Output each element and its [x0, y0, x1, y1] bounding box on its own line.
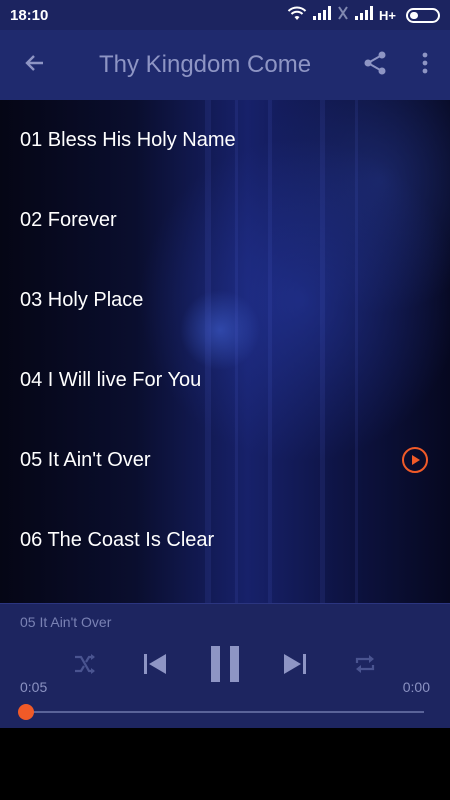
now-playing-title: 05 It Ain't Over: [20, 614, 112, 630]
track-title: 04 I Will live For You: [20, 368, 202, 391]
track-item[interactable]: 03 Holy Place: [0, 260, 450, 340]
next-icon: [282, 652, 308, 681]
track-title: 06 The Coast Is Clear: [20, 528, 215, 551]
seek-thumb[interactable]: [18, 704, 34, 720]
track-item[interactable]: 06 The Coast Is Clear: [0, 500, 450, 580]
share-icon: [362, 50, 388, 81]
network-type-label: H+: [379, 7, 396, 23]
track-title: 02 Forever: [20, 208, 117, 231]
pause-icon: [209, 645, 241, 687]
shuffle-icon: [73, 653, 97, 680]
pause-button[interactable]: [205, 644, 245, 688]
current-time: 0:05: [20, 679, 48, 695]
repeat-icon: [353, 652, 377, 681]
player-panel: 05 It Ain't Over 0:05 0:00: [0, 603, 450, 728]
status-bar: 18:10 H+: [0, 0, 450, 30]
seek-bar[interactable]: [18, 704, 424, 720]
track-item[interactable]: 01 Bless His Holy Name: [0, 100, 450, 180]
total-time: 0:00: [402, 679, 430, 695]
previous-icon: [142, 652, 168, 681]
more-options-button[interactable]: [400, 30, 450, 100]
status-icons: H+: [287, 5, 440, 26]
status-time: 18:10: [10, 6, 49, 24]
track-title: 03 Holy Place: [20, 288, 144, 311]
more-vert-icon: [421, 51, 429, 80]
repeat-button[interactable]: [350, 644, 380, 688]
track-item[interactable]: 05 It Ain't Over: [0, 420, 450, 500]
track-list: 01 Bless His Holy Name 02 Forever 03 Hol…: [0, 100, 450, 580]
back-button[interactable]: [0, 30, 70, 100]
track-title: 01 Bless His Holy Name: [20, 128, 236, 151]
share-button[interactable]: [350, 30, 400, 100]
signal-icon: [313, 5, 332, 25]
sim-icon: [337, 5, 349, 26]
next-button[interactable]: [280, 644, 310, 688]
track-item[interactable]: 02 Forever: [0, 180, 450, 260]
shuffle-button[interactable]: [70, 644, 100, 688]
back-arrow-icon: [23, 51, 47, 80]
now-playing-icon[interactable]: [402, 447, 428, 473]
player-controls: [0, 644, 450, 688]
wifi-icon: [287, 5, 307, 26]
bottom-area: [0, 728, 450, 800]
app-bar: Thy Kingdom Come: [0, 30, 450, 100]
page-title: Thy Kingdom Come: [98, 51, 312, 78]
signal-icon: [355, 5, 374, 25]
battery-icon: [406, 7, 440, 23]
track-item[interactable]: 04 I Will live For You: [0, 340, 450, 420]
track-title: 05 It Ain't Over: [20, 448, 151, 471]
previous-button[interactable]: [140, 644, 170, 688]
